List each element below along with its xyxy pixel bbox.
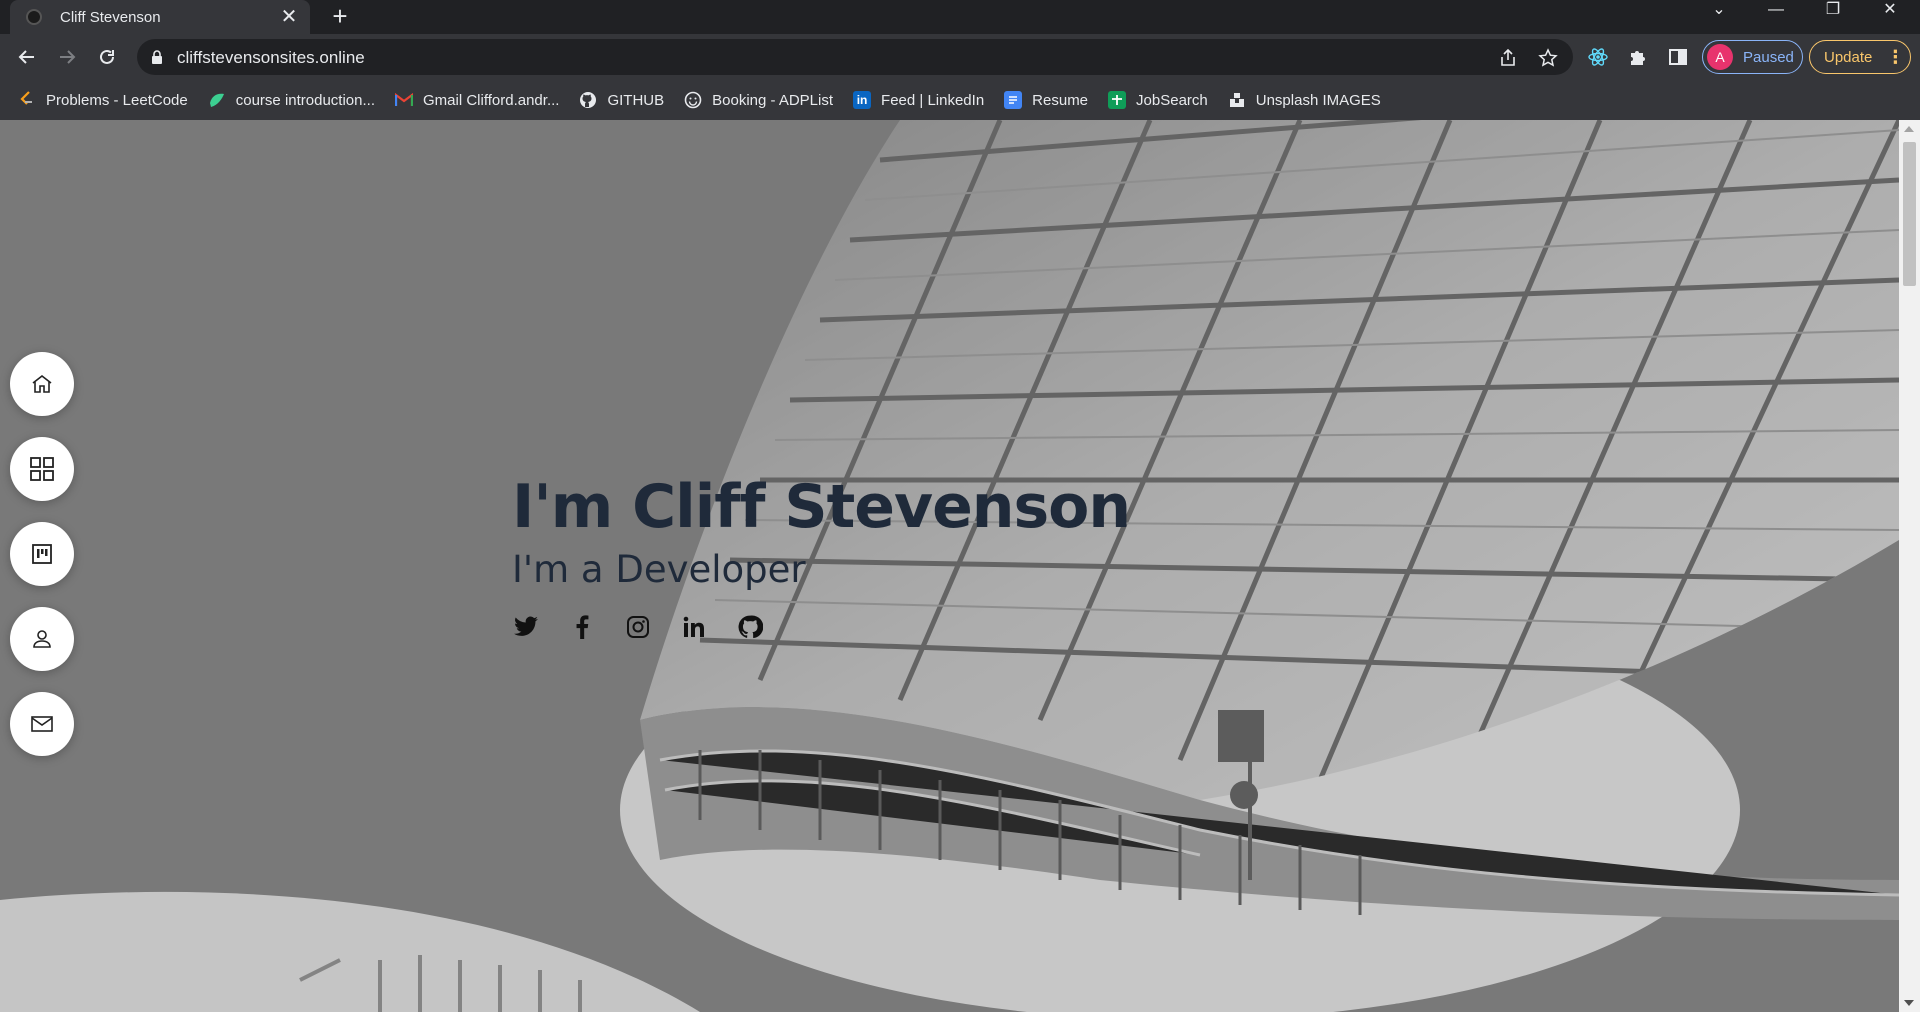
lock-icon xyxy=(151,50,163,69)
scrollbar-thumb[interactable] xyxy=(1903,142,1916,286)
bookmarks-bar: Problems - LeetCode course introduction.… xyxy=(0,80,1920,120)
unsplash-icon xyxy=(1228,91,1246,109)
twitter-link[interactable] xyxy=(512,613,540,641)
twitter-icon xyxy=(514,616,538,636)
docs-icon xyxy=(1004,91,1023,109)
bookmark-course[interactable]: course introduction... xyxy=(208,86,375,114)
side-navigation xyxy=(10,352,74,777)
bookmark-adplist[interactable]: Booking - ADPList xyxy=(684,86,833,114)
profile-status: Paused xyxy=(1743,48,1794,66)
back-button[interactable] xyxy=(11,41,43,73)
hero-title: I'm Cliff Stevenson xyxy=(512,472,1131,542)
kanban-icon xyxy=(32,544,52,564)
facebook-link[interactable] xyxy=(568,613,596,641)
tab-search-button[interactable]: ⌄ xyxy=(1697,0,1741,22)
nav-projects-button[interactable] xyxy=(10,522,74,586)
grid-icon xyxy=(30,457,54,481)
mail-icon xyxy=(31,716,53,732)
tab-close-icon[interactable]: ✕ xyxy=(278,6,300,28)
leetcode-icon xyxy=(18,91,36,109)
instagram-link[interactable] xyxy=(624,613,652,641)
nav-about-button[interactable] xyxy=(10,607,74,671)
bookmark-resume[interactable]: Resume xyxy=(1004,86,1088,114)
home-icon xyxy=(32,374,52,393)
gmail-icon xyxy=(395,91,413,109)
sheets-icon xyxy=(1108,91,1127,109)
bookmark-jobsearch[interactable]: JobSearch xyxy=(1108,86,1208,114)
bookmark-unsplash[interactable]: Unsplash IMAGES xyxy=(1228,86,1381,114)
facebook-icon xyxy=(576,615,589,639)
user-icon xyxy=(33,630,51,648)
social-links xyxy=(512,613,1130,641)
nav-portfolio-button[interactable] xyxy=(10,437,74,501)
instagram-icon xyxy=(627,616,649,638)
bookmark-github[interactable]: GITHUB xyxy=(579,86,664,114)
react-devtools-icon[interactable] xyxy=(1586,45,1610,69)
page-viewport: I'm Cliff Stevenson I'm a Developer xyxy=(0,120,1899,1012)
hero-section: I'm Cliff Stevenson I'm a Developer xyxy=(512,472,1131,641)
update-button[interactable]: Update ⋮ xyxy=(1809,40,1911,74)
bookmark-leetcode[interactable]: Problems - LeetCode xyxy=(18,86,188,114)
site-favicon-icon xyxy=(26,9,42,25)
back-arrow-icon xyxy=(18,50,34,64)
github-icon xyxy=(579,91,597,109)
url-text: cliffstevensonsites.online xyxy=(177,48,365,67)
menu-dots-icon: ⋮ xyxy=(1886,46,1905,67)
address-bar[interactable]: cliffstevensonsites.online xyxy=(137,39,1573,75)
page-scrollbar[interactable] xyxy=(1899,120,1920,1012)
github-link[interactable] xyxy=(736,613,764,641)
adplist-icon xyxy=(684,91,702,109)
profile-button[interactable]: A Paused xyxy=(1702,40,1803,74)
bookmark-linkedin[interactable]: in Feed | LinkedIn xyxy=(853,86,984,114)
side-panel-icon[interactable] xyxy=(1666,45,1690,69)
browser-toolbar: cliffstevensonsites.online A Paused Upda… xyxy=(0,34,1920,80)
tab-title: Cliff Stevenson xyxy=(60,8,161,26)
linkedin-icon: in xyxy=(853,91,872,109)
close-window-button[interactable]: ✕ xyxy=(1868,0,1912,22)
hero-subtitle: I'm a Developer xyxy=(512,548,806,591)
github-icon xyxy=(738,615,763,639)
course-icon xyxy=(208,91,226,109)
minimize-button[interactable]: — xyxy=(1754,0,1798,22)
extensions-puzzle-icon[interactable] xyxy=(1626,45,1650,69)
share-icon[interactable] xyxy=(1497,47,1519,69)
scroll-up-arrow-icon[interactable] xyxy=(1904,126,1914,132)
linkedin-link[interactable] xyxy=(680,613,708,641)
nav-home-button[interactable] xyxy=(10,352,74,416)
nav-contact-button[interactable] xyxy=(10,692,74,756)
bookmark-star-icon[interactable] xyxy=(1537,47,1559,69)
reload-button[interactable] xyxy=(91,41,123,73)
forward-button[interactable] xyxy=(51,41,83,73)
linkedin-icon xyxy=(683,616,704,637)
profile-avatar: A xyxy=(1707,44,1733,70)
restore-button[interactable]: ❐ xyxy=(1811,0,1855,22)
new-tab-button[interactable]: + xyxy=(325,2,355,32)
forward-arrow-icon xyxy=(60,50,76,64)
scroll-down-arrow-icon[interactable] xyxy=(1904,1000,1914,1006)
bookmark-gmail[interactable]: Gmail Clifford.andr... xyxy=(395,86,559,114)
tab-strip: Cliff Stevenson ✕ + ⌄ — ❐ ✕ xyxy=(0,0,1920,34)
update-label: Update xyxy=(1824,48,1873,66)
reload-icon xyxy=(100,49,114,64)
browser-tab[interactable]: Cliff Stevenson ✕ xyxy=(10,0,310,34)
